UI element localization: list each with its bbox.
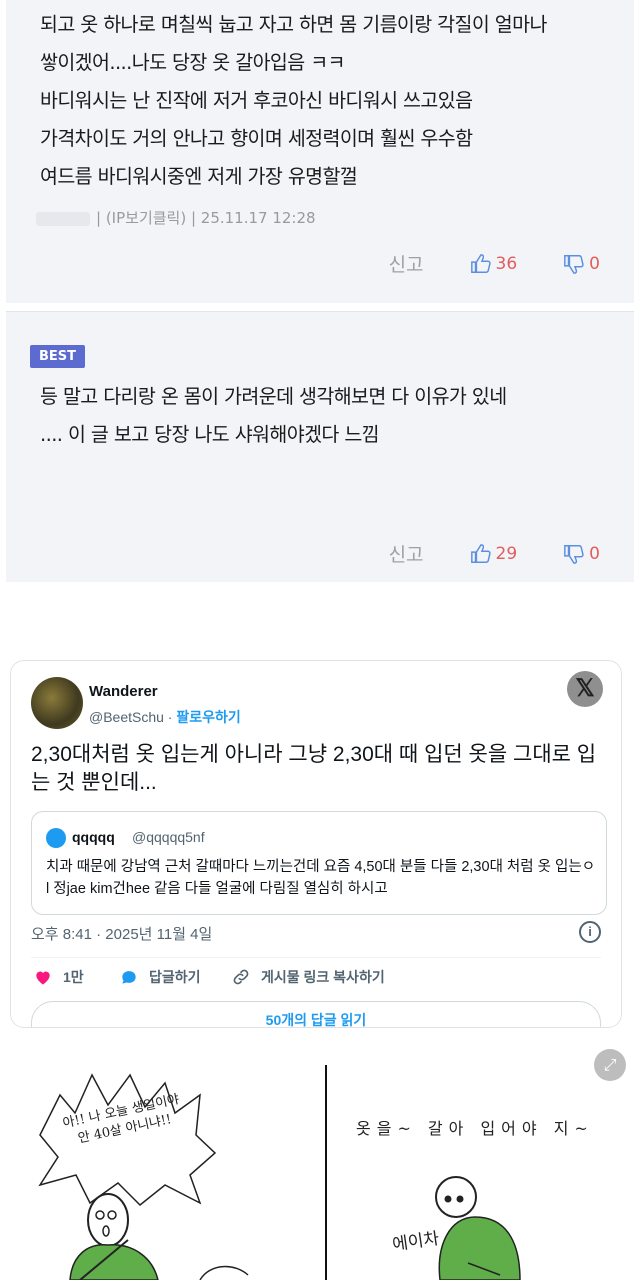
dislike-button[interactable]: 0	[563, 253, 600, 275]
tweet-author-name[interactable]: Wanderer	[89, 683, 158, 700]
comment-meta: | (IP보기클릭) | 25.11.17 12:28	[36, 207, 316, 228]
comment-actions: 신고 36 0	[389, 250, 600, 277]
handle-text: @BeetSchu ·	[89, 709, 177, 725]
tweet-reply-label: 답글하기	[149, 969, 201, 985]
tweet-text: 2,30대처럼 옷 입는게 아니라 그냥 2,30대 때 입던 옷을 그대로 입…	[31, 743, 597, 794]
best-comment-actions: 신고 29 0	[389, 540, 600, 567]
best-comment-text: 등 말고 다리랑 온 몸이 가려운데 생각해보면 다 이유가 있네 .... 이…	[40, 385, 507, 446]
embedded-tweet: Wanderer @BeetSchu · 팔로우하기 𝕏 2,30대처럼 옷 입…	[10, 660, 622, 1028]
quoted-author-name: qqqqq	[72, 829, 115, 845]
read-replies-button[interactable]: 50개의 답글 읽기	[31, 1001, 601, 1027]
tweet-reply-button[interactable]: 답글하기	[119, 967, 201, 987]
quoted-author-handle: @qqqqq5nf	[132, 829, 205, 845]
avatar[interactable]	[31, 677, 83, 729]
like-count: 36	[495, 253, 518, 274]
dislike-count: 0	[589, 253, 600, 274]
quoted-tweet[interactable]: qqqqq @qqqqq5nf 치과 때문에 강남역 근처 갈때마다 느끼는건데…	[31, 811, 607, 915]
like-button[interactable]: 36	[470, 253, 518, 275]
thumbs-down-icon	[564, 544, 584, 564]
copy-link-button[interactable]: 게시물 링크 복사하기	[231, 967, 385, 987]
info-icon[interactable]: i	[579, 921, 601, 943]
like-count: 29	[495, 543, 518, 564]
thumbs-up-icon	[470, 543, 491, 563]
best-badge: BEST	[30, 345, 86, 368]
comic-drawing	[38, 1065, 521, 1281]
comment-card: 되고 옷 하나로 며칠씩 눕고 자고 하면 몸 기름이랑 각질이 얼마나 쌓이겠…	[6, 0, 634, 303]
quoted-avatar	[46, 828, 66, 848]
thumbs-up-icon	[470, 253, 491, 273]
comment-meta-text[interactable]: | (IP보기클릭) | 25.11.17 12:28	[96, 209, 316, 227]
comment-text: 되고 옷 하나로 며칠씩 눕고 자고 하면 몸 기름이랑 각질이 얼마나 쌓이겠…	[40, 13, 547, 188]
dislike-count: 0	[589, 543, 600, 564]
divider	[31, 957, 601, 958]
link-icon	[233, 969, 249, 985]
quoted-tweet-text: 치과 때문에 강남역 근처 갈때마다 느끼는건데 요즘 4,50대 분들 다들 …	[46, 859, 596, 897]
heart-icon	[36, 971, 50, 985]
tweet-author-handle: @BeetSchu · 팔로우하기	[89, 707, 241, 727]
follow-button[interactable]: 팔로우하기	[176, 709, 240, 725]
like-button[interactable]: 29	[470, 543, 518, 565]
report-button[interactable]: 신고	[389, 250, 424, 277]
copy-link-label: 게시물 링크 복사하기	[261, 969, 385, 985]
expand-icon[interactable]: ⤢	[594, 1049, 626, 1081]
author-name-redacted	[36, 211, 90, 226]
dislike-button[interactable]: 0	[563, 543, 600, 565]
tweet-like-button[interactable]: 1만	[33, 967, 84, 987]
reply-bubble-icon	[122, 971, 136, 984]
report-button[interactable]: 신고	[389, 540, 424, 567]
tweet-like-count: 1만	[63, 969, 84, 985]
comic-image: ⤢ 아!! 나 오늘 생일이야 안 40살 아니냐!! 옷을~ 갈아 입어야 지…	[0, 1035, 640, 1281]
x-logo-icon[interactable]: 𝕏	[567, 671, 603, 707]
tweet-timestamp[interactable]: 오후 8:41 · 2025년 11월 4일	[31, 923, 212, 944]
thumbs-down-icon	[564, 254, 584, 274]
comic-caption-top: 옷을~ 갈아 입어야 지~	[356, 1119, 594, 1138]
